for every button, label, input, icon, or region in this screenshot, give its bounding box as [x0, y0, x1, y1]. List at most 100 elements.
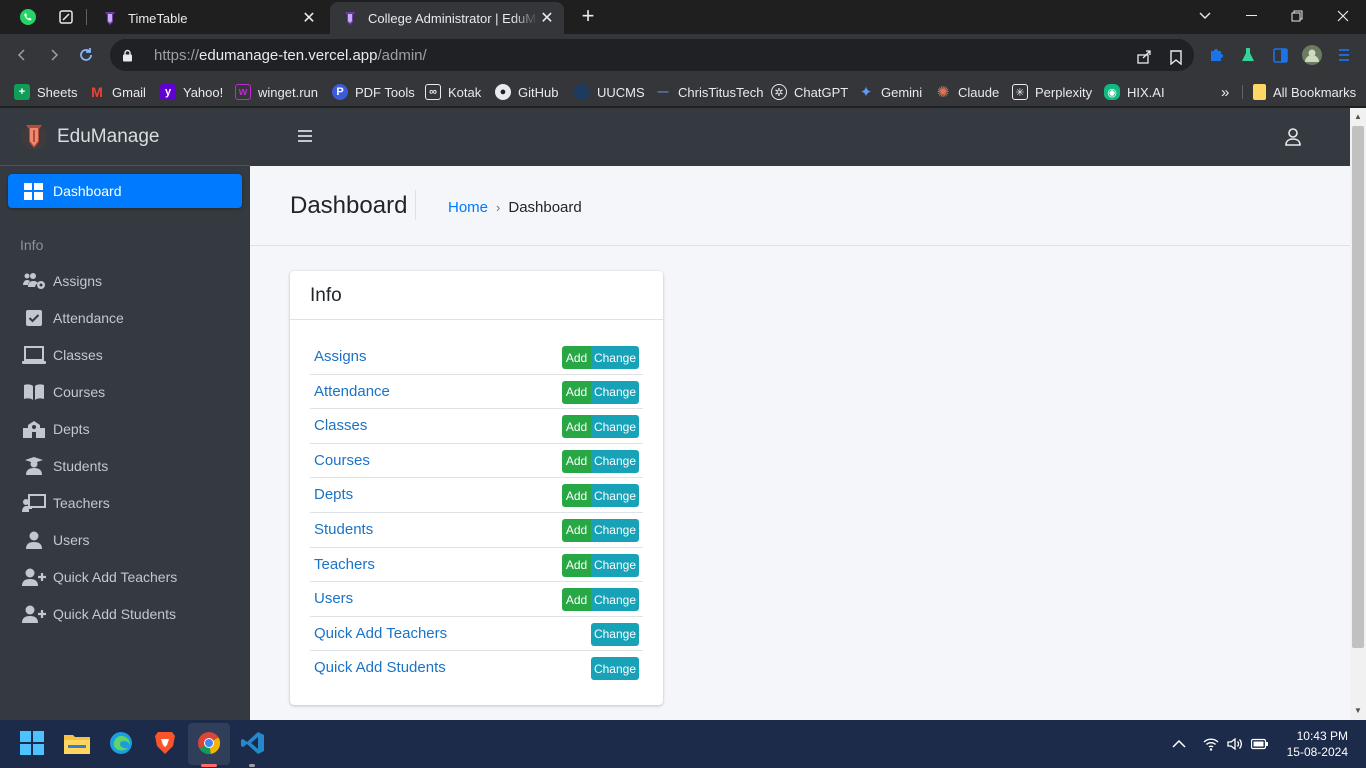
tab-timetable[interactable]: TimeTable ✕ [90, 2, 326, 34]
sidebar-item-students[interactable]: Students [22, 452, 108, 480]
add-button[interactable]: Add [562, 518, 591, 542]
whatsapp-pinned-tab-icon[interactable] [18, 7, 38, 27]
pinned-tab-icon[interactable] [56, 7, 76, 27]
tray-chevron-up-icon[interactable] [1170, 735, 1188, 753]
close-icon[interactable]: ✕ [300, 8, 318, 28]
bookmark-kotak[interactable]: ∞ Kotak [425, 82, 481, 102]
model-link[interactable]: Classes [314, 417, 367, 434]
bookmark-winget[interactable]: w winget.run [235, 82, 318, 102]
bookmark-github[interactable]: ● GitHub [495, 82, 558, 102]
sidebar-item-classes[interactable]: Classes [22, 341, 103, 369]
model-link[interactable]: Students [314, 521, 373, 538]
labs-flask-icon[interactable] [1238, 45, 1258, 65]
bookmark-hixai[interactable]: ◉ HIX.AI [1104, 82, 1165, 102]
change-button[interactable]: Change [591, 346, 639, 369]
sidebar-item-attendance[interactable]: Attendance [22, 304, 124, 332]
all-bookmarks-folder[interactable]: All Bookmarks [1253, 82, 1356, 102]
add-button[interactable]: Add [562, 449, 591, 473]
bookmarks-overflow-button[interactable]: » [1221, 82, 1229, 102]
add-button[interactable]: Add [562, 346, 591, 369]
menu-icon[interactable] [1334, 45, 1354, 65]
change-button[interactable]: Change [591, 415, 639, 439]
sidebar-item-teachers[interactable]: Teachers [22, 489, 110, 517]
windows-start-icon[interactable] [19, 730, 45, 756]
change-button[interactable]: Change [591, 518, 639, 542]
user-account-icon[interactable] [1284, 128, 1302, 146]
add-button[interactable]: Add [562, 484, 591, 508]
close-icon[interactable]: ✕ [538, 8, 556, 28]
tab-search-chevron-icon[interactable] [1182, 0, 1228, 32]
wifi-icon[interactable] [1202, 735, 1220, 753]
new-tab-button[interactable]: + [576, 5, 600, 29]
change-button[interactable]: Change [591, 588, 639, 612]
sidebar-item-depts[interactable]: Depts [22, 415, 90, 443]
bookmark-gmail[interactable]: M Gmail [89, 82, 146, 102]
model-link[interactable]: Quick Add Teachers [314, 625, 447, 642]
scroll-down-arrow-icon[interactable]: ▼ [1350, 704, 1366, 718]
sidebar-item-courses[interactable]: Courses [22, 378, 105, 406]
model-link[interactable]: Depts [314, 486, 353, 503]
close-window-button[interactable] [1320, 0, 1366, 32]
file-explorer-icon[interactable] [64, 730, 90, 756]
github-icon: ● [495, 84, 511, 100]
add-button[interactable]: Add [562, 415, 591, 439]
edge-browser-icon[interactable] [108, 730, 134, 756]
chrome-browser-icon[interactable] [196, 730, 222, 756]
address-bar[interactable]: https://edumanage-ten.vercel.app/admin/ [110, 39, 1194, 71]
reload-button[interactable] [74, 43, 98, 67]
hamburger-menu-icon[interactable] [297, 128, 313, 144]
sidebar-item-label: Quick Add Students [53, 606, 176, 622]
bookmark-claude[interactable]: ✺ Claude [935, 82, 1000, 102]
back-button[interactable] [10, 43, 34, 67]
model-link[interactable]: Teachers [314, 556, 375, 573]
profile-avatar[interactable] [1302, 45, 1322, 65]
system-clock[interactable]: 10:43 PM 15-08-2024 [1287, 728, 1348, 760]
add-button[interactable]: Add [562, 588, 591, 612]
bookmark-perplexity[interactable]: ✳ Perplexity [1012, 82, 1092, 102]
change-button[interactable]: Change [591, 449, 639, 473]
change-button[interactable]: Change [591, 484, 639, 508]
breadcrumb-home-link[interactable]: Home [448, 199, 488, 216]
sidebar-item-users[interactable]: Users [22, 526, 90, 554]
sidebar-item-quick-add-teachers[interactable]: Quick Add Teachers [22, 563, 177, 591]
change-button[interactable]: Change [591, 622, 639, 646]
bookmark-gemini[interactable]: ✦ Gemini [858, 82, 922, 102]
add-button[interactable]: Add [562, 380, 591, 404]
page-scrollbar[interactable]: ▲ ▼ [1350, 108, 1366, 720]
sidebar-item-quick-add-students[interactable]: Quick Add Students [22, 600, 176, 628]
add-button[interactable]: Add [562, 553, 591, 577]
vscode-icon[interactable] [240, 730, 266, 756]
volume-icon[interactable] [1226, 735, 1244, 753]
brand-link[interactable]: EduManage [0, 108, 250, 166]
top-navbar [250, 108, 1350, 166]
scroll-up-arrow-icon[interactable]: ▲ [1350, 110, 1366, 124]
model-link[interactable]: Assigns [314, 348, 367, 365]
side-panel-icon[interactable] [1270, 45, 1290, 65]
sidebar-item-assigns[interactable]: Assigns [22, 267, 102, 295]
model-link[interactable]: Attendance [314, 383, 390, 400]
change-button[interactable]: Change [591, 657, 639, 681]
scrollbar-thumb[interactable] [1352, 126, 1364, 648]
model-link[interactable]: Quick Add Students [314, 659, 446, 676]
bookmark-christitustech[interactable]: — ChrisTitusTech [655, 82, 764, 102]
forward-button[interactable] [42, 43, 66, 67]
battery-icon[interactable] [1251, 735, 1269, 753]
bookmark-sheets[interactable]: + Sheets [14, 82, 77, 102]
bookmark-yahoo[interactable]: y Yahoo! [160, 82, 223, 102]
extensions-puzzle-icon[interactable] [1206, 45, 1226, 65]
bookmark-pdf-tools[interactable]: P PDF Tools [332, 82, 415, 102]
model-link[interactable]: Courses [314, 452, 370, 469]
restore-button[interactable] [1274, 0, 1320, 32]
sidebar-item-dashboard[interactable]: Dashboard [8, 174, 242, 208]
change-button[interactable]: Change [591, 553, 639, 577]
model-link[interactable]: Users [314, 590, 353, 607]
bookmark-uucms[interactable]: UUCMS [574, 82, 645, 102]
minimize-button[interactable] [1228, 0, 1274, 32]
lock-icon[interactable] [122, 49, 136, 62]
brave-browser-icon[interactable] [152, 730, 178, 756]
tab-college-administrator[interactable]: College Administrator | EduManage ✕ [330, 2, 564, 34]
change-button[interactable]: Change [591, 380, 639, 404]
bookmark-chatgpt[interactable]: ✲ ChatGPT [771, 82, 848, 102]
bookmark-star-icon[interactable] [1166, 47, 1186, 67]
share-icon[interactable] [1134, 47, 1154, 67]
